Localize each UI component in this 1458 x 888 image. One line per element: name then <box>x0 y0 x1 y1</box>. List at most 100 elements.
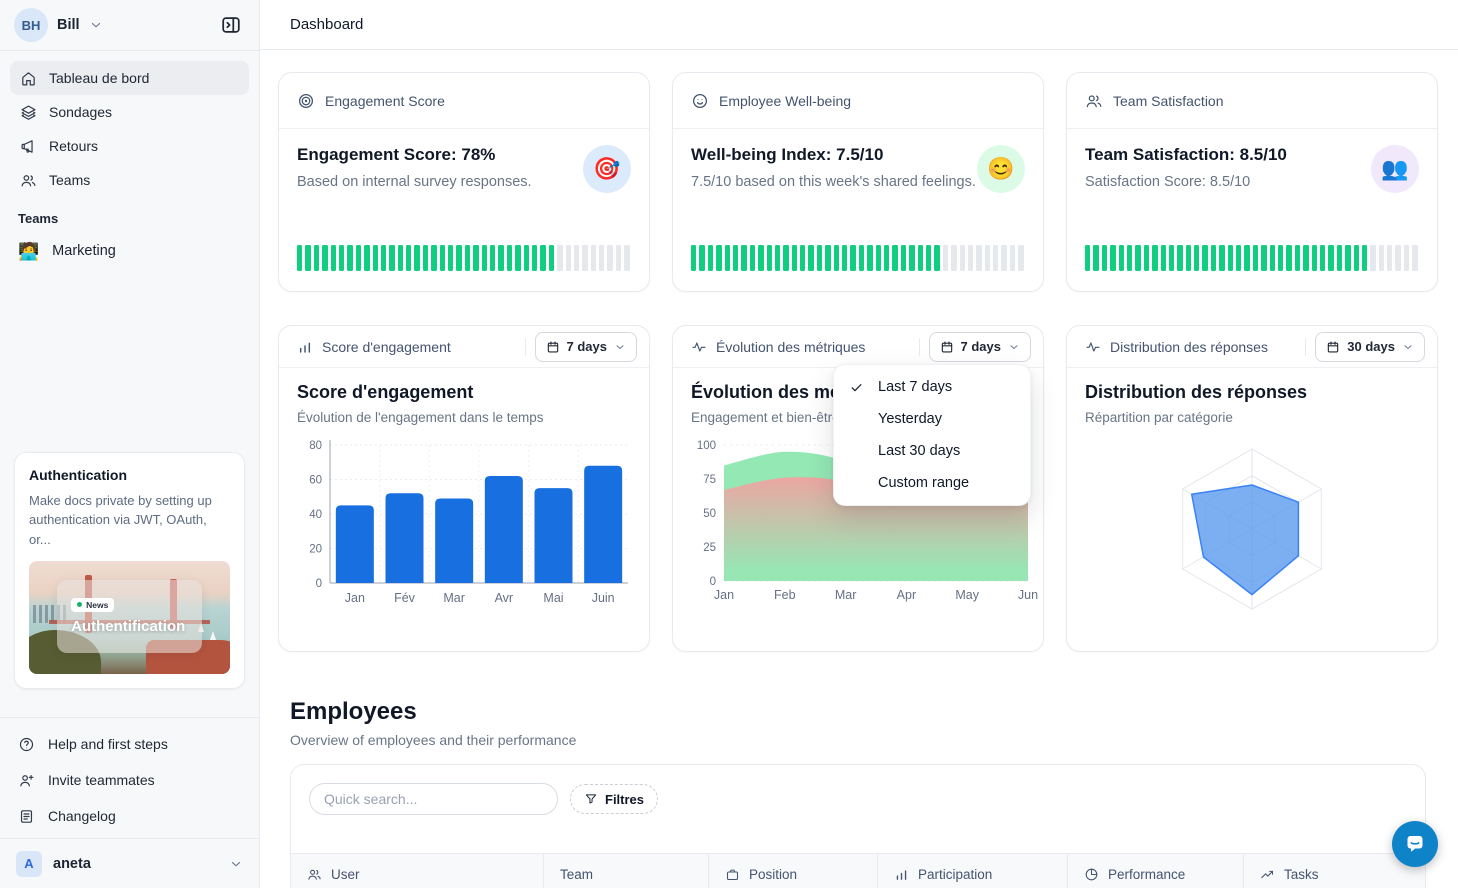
team-item-label: Marketing <box>52 243 116 259</box>
megaphone-icon <box>20 138 37 155</box>
chevron-down-icon <box>229 857 243 871</box>
sidebar-item-tableau-de-bord[interactable]: Tableau de bord <box>10 61 249 95</box>
engagement-chart-card: Score d'engagement 7 days Score d'engage… <box>278 325 650 652</box>
sidebar-item-teams[interactable]: Teams <box>10 163 249 197</box>
sidebar-item-help-and-first-steps[interactable]: Help and first steps <box>0 726 259 762</box>
progress-segment <box>708 245 713 271</box>
svg-text:Jan: Jan <box>345 591 365 605</box>
range-button[interactable]: 7 days <box>929 332 1031 362</box>
column-label: Tasks <box>1284 867 1319 882</box>
progress-segment <box>741 245 746 271</box>
chart-subtitle: Répartition par catégorie <box>1085 410 1419 425</box>
engagement-progress-bar <box>297 245 631 271</box>
sidebar-item-retours[interactable]: Retours <box>10 129 249 163</box>
progress-segment <box>1169 245 1174 271</box>
promo-glass-overlay: News Authentification <box>57 580 202 652</box>
svg-text:Fév: Fév <box>394 591 416 605</box>
chart-title: Distribution des réponses <box>1085 382 1419 403</box>
team-satisfaction-card: Team Satisfaction Team Satisfaction: 8.5… <box>1066 72 1438 292</box>
users-icon <box>20 172 37 189</box>
progress-segment <box>507 245 512 271</box>
search-input[interactable] <box>309 783 558 815</box>
progress-segment <box>800 245 805 271</box>
column-label: Team <box>560 867 593 882</box>
layers-icon <box>20 104 37 121</box>
sidebar-item-label: Teams <box>49 172 90 188</box>
column-header-team[interactable]: Team <box>544 854 709 888</box>
progress-segment <box>901 245 906 271</box>
wellbeing-progress-bar <box>691 245 1025 271</box>
progress-segment <box>1102 245 1107 271</box>
progress-segment <box>1001 245 1006 271</box>
range-dropdown-menu: Last 7 daysYesterday Last 30 days Custom r… <box>833 364 1031 506</box>
range-button[interactable]: 7 days <box>535 332 637 362</box>
progress-segment <box>1345 245 1350 271</box>
sidebar-item-sondages[interactable]: Sondages <box>10 95 249 129</box>
sidebar-item-marketing[interactable]: 🧑‍💻 Marketing <box>0 234 259 268</box>
chevron-down-icon <box>1402 341 1414 353</box>
progress-segment <box>1261 245 1266 271</box>
table-toolbar: Filtres <box>291 765 1425 815</box>
progress-segment <box>1202 245 1207 271</box>
progress-segment <box>582 245 587 271</box>
progress-segment <box>599 245 604 271</box>
progress-segment <box>364 245 369 271</box>
progress-segment <box>1320 245 1325 271</box>
promo-image[interactable]: News Authentification <box>29 561 230 674</box>
authentication-promo-card[interactable]: Authentication Make docs private by sett… <box>14 452 245 690</box>
progress-segment <box>1228 245 1233 271</box>
progress-segment <box>482 245 487 271</box>
column-header-position[interactable]: Position <box>709 854 878 888</box>
chart-subtitle: Évolution de l'engagement dans le temps <box>297 410 631 425</box>
progress-segment <box>817 245 822 271</box>
dart-emoji: 🎯 <box>583 145 631 193</box>
trend-up-icon <box>1260 867 1275 882</box>
progress-segment <box>1270 245 1275 271</box>
metric-title: Team Satisfaction: 8.5/10 <box>1085 145 1287 165</box>
activity-icon <box>1085 339 1101 355</box>
smile-emoji: 😊 <box>977 145 1025 193</box>
filters-button[interactable]: Filtres <box>570 784 658 814</box>
chat-launcher-button[interactable] <box>1392 821 1438 867</box>
progress-segment <box>1127 245 1132 271</box>
svg-text:Mar: Mar <box>443 591 465 605</box>
employees-title: Employees <box>290 698 1438 726</box>
column-header-performance[interactable]: Performance <box>1068 854 1244 888</box>
metric-subtitle: Satisfaction Score: 8.5/10 <box>1085 174 1287 190</box>
workspace-name: aneta <box>53 856 91 872</box>
column-header-user[interactable]: User <box>291 854 544 888</box>
card-header-label: Engagement Score <box>325 93 445 109</box>
sidebar-collapse-button[interactable] <box>217 11 245 39</box>
calendar-icon <box>546 340 560 354</box>
progress-segment <box>322 245 327 271</box>
sidebar-item-invite-teammates[interactable]: Invite teammates <box>0 762 259 798</box>
changelog-icon <box>18 808 35 825</box>
employees-subtitle: Overview of employees and their performa… <box>290 732 1438 748</box>
svg-text:0: 0 <box>316 578 322 590</box>
progress-segment <box>566 245 571 271</box>
menu-item-last-7-days[interactable]: Last 7 days <box>834 371 1030 403</box>
workspace-switcher[interactable]: A aneta <box>0 838 259 888</box>
progress-segment <box>465 245 470 271</box>
sidebar-collapse-icon <box>220 14 242 36</box>
menu-item-label: Last 30 days <box>878 443 960 459</box>
progress-segment <box>909 245 914 271</box>
user-avatar[interactable]: BH <box>14 8 48 42</box>
user-name[interactable]: Bill <box>57 17 80 33</box>
progress-segment <box>1119 245 1124 271</box>
menu-item-yesterday[interactable]: Yesterday <box>834 403 1030 435</box>
column-header-participation[interactable]: Participation <box>878 854 1068 888</box>
progress-segment <box>347 245 352 271</box>
progress-segment <box>532 245 537 271</box>
news-dot-icon <box>77 602 82 607</box>
menu-item-custom-range[interactable]: Custom range <box>834 467 1030 499</box>
progress-segment <box>1395 245 1400 271</box>
metric-title: Engagement Score: 78% <box>297 145 532 165</box>
svg-text:Jun: Jun <box>1018 588 1038 602</box>
menu-item-last-30-days[interactable]: Last 30 days <box>834 435 1030 467</box>
sidebar-item-changelog[interactable]: Changelog <box>0 798 259 834</box>
progress-segment <box>867 245 872 271</box>
range-button[interactable]: 30 days <box>1315 332 1425 362</box>
svg-text:0: 0 <box>710 576 716 588</box>
check-icon <box>849 380 864 395</box>
